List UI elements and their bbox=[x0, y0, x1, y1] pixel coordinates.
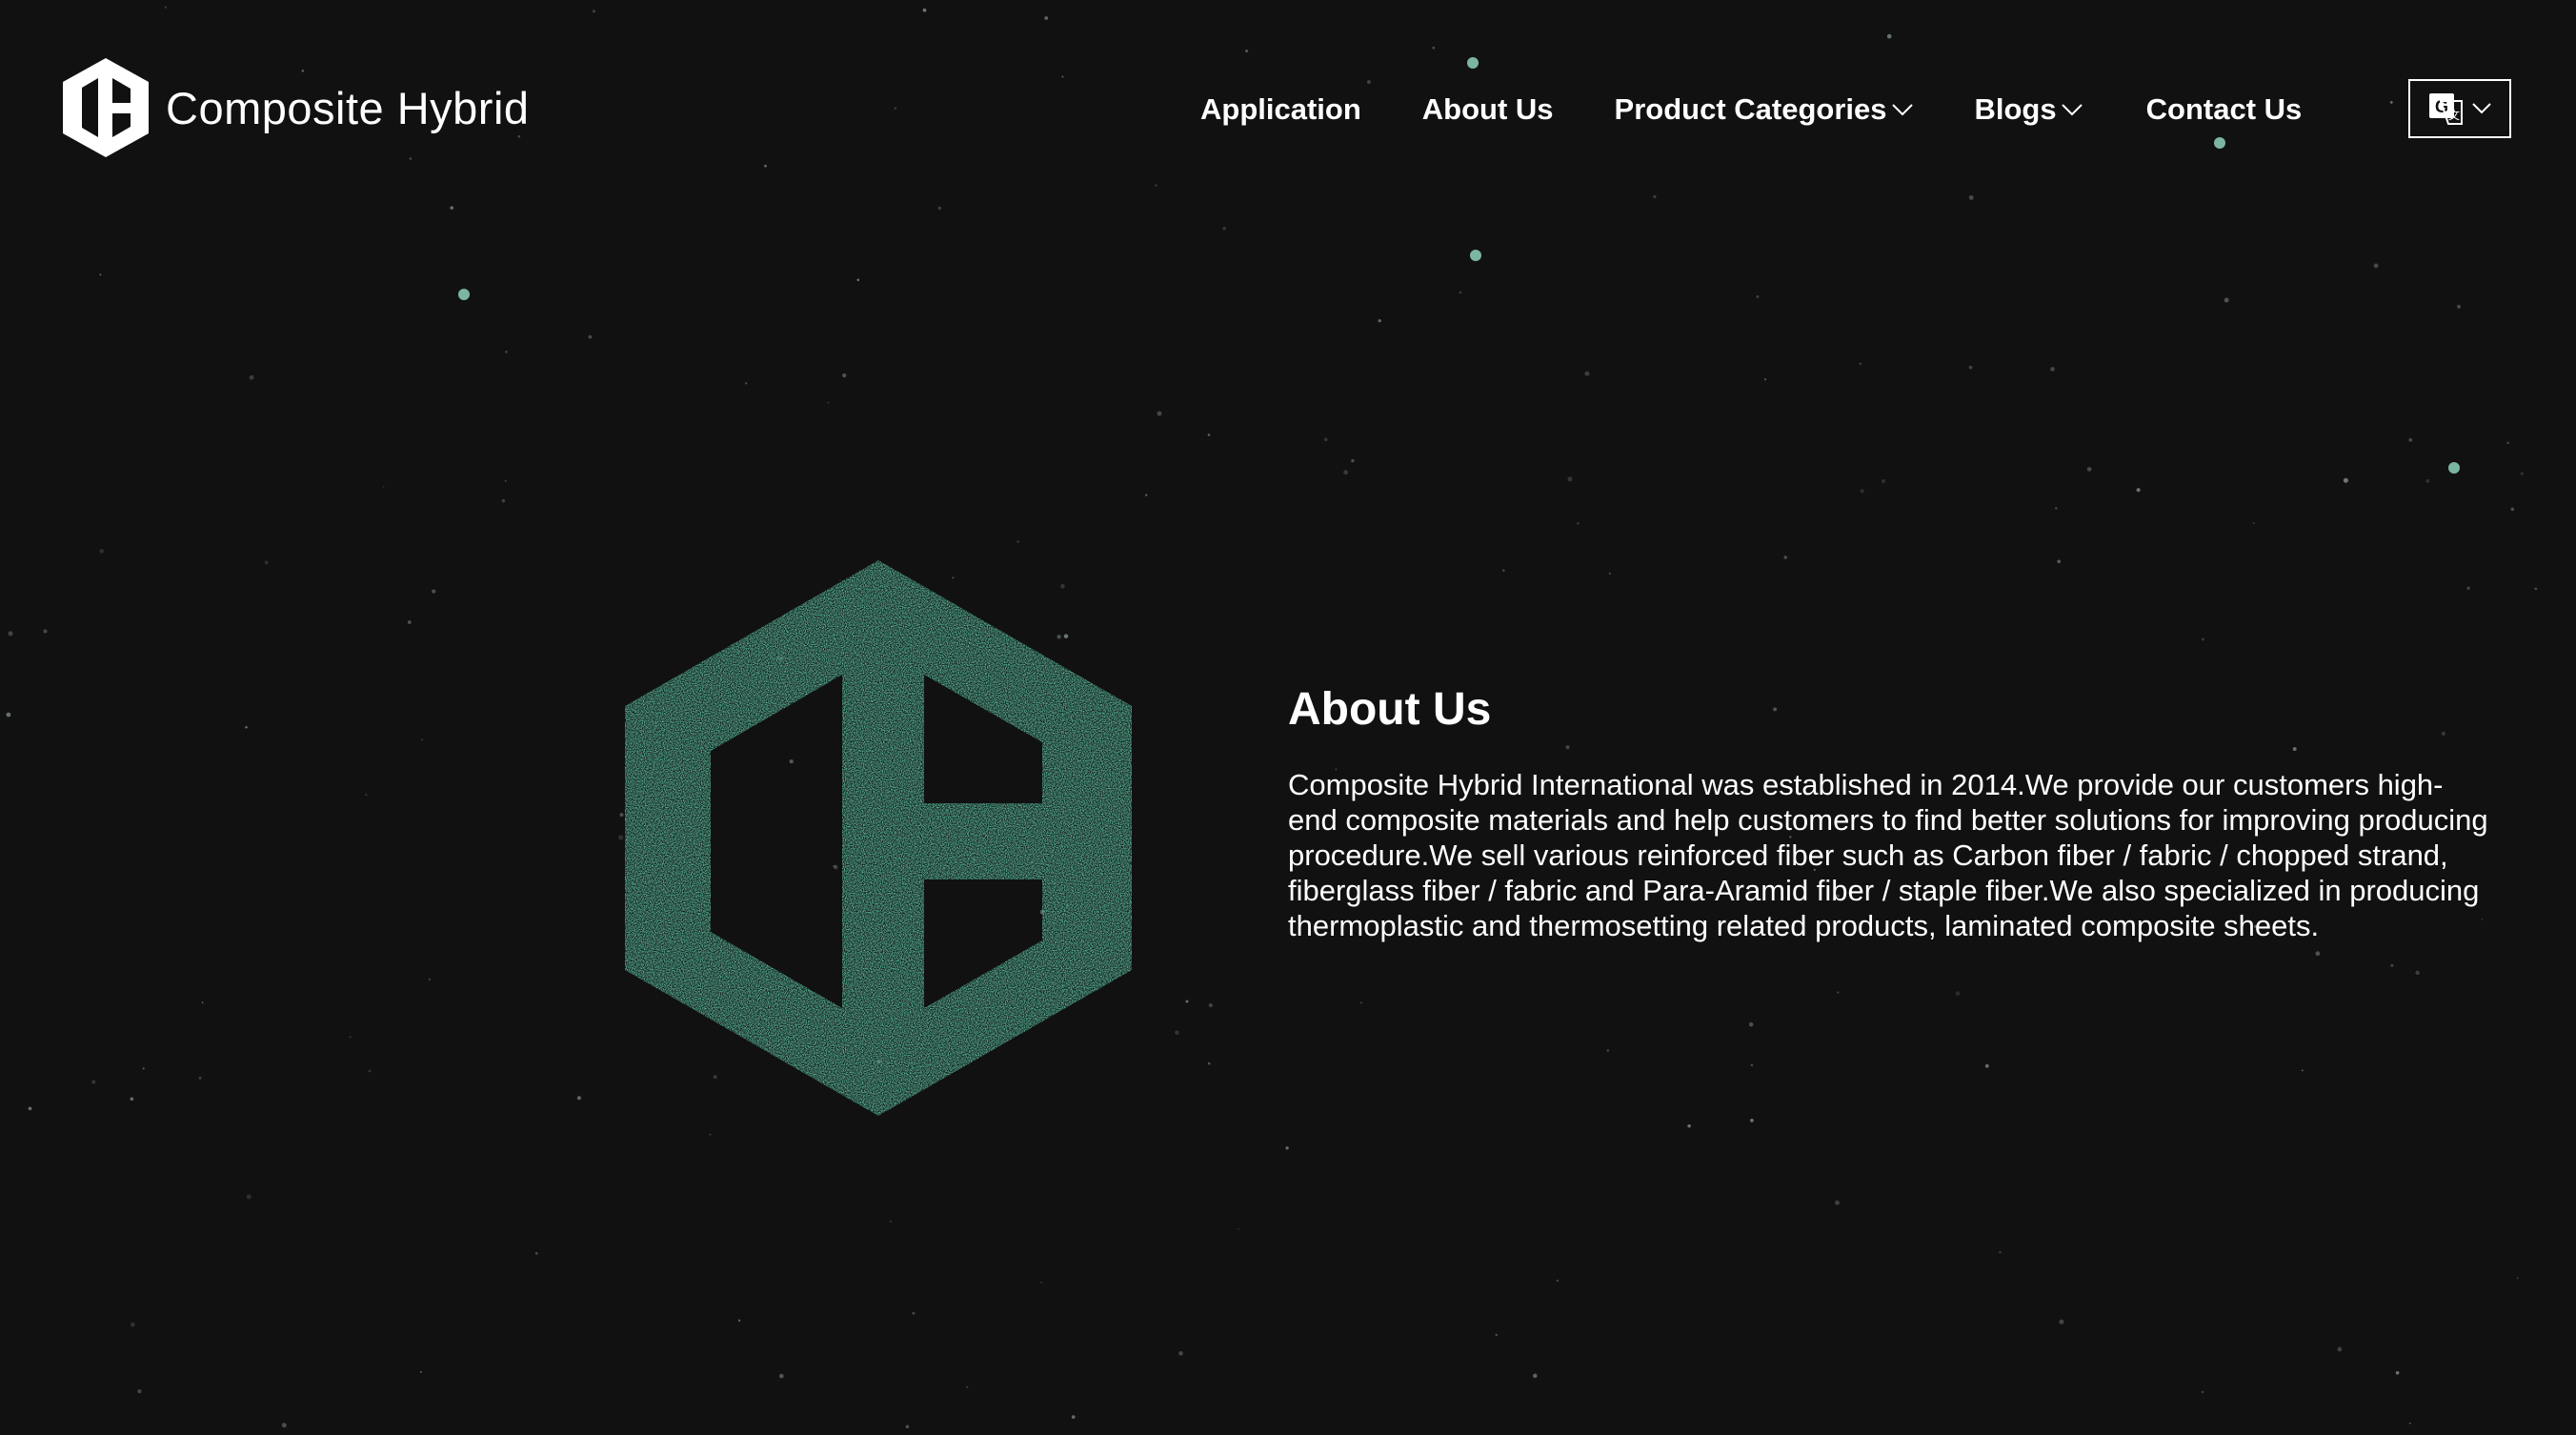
nav-item-label: About Us bbox=[1421, 92, 1554, 126]
chevron-down-icon bbox=[2061, 104, 2083, 116]
about-description: Composite Hybrid International was estab… bbox=[1288, 768, 2488, 942]
brand-name: Composite Hybrid bbox=[166, 82, 530, 133]
chevron-down-icon bbox=[2472, 103, 2491, 114]
svg-text:文: 文 bbox=[2448, 108, 2460, 122]
nav-item-blogs[interactable]: Blogs bbox=[1975, 92, 2083, 127]
nav-item-contact-us[interactable]: Contact Us bbox=[2146, 92, 2303, 127]
main-nav: Application About Us Product Categories … bbox=[1200, 80, 2302, 139]
page: Composite Hybrid Application About Us Pr… bbox=[0, 0, 2576, 1435]
about-heading: About Us bbox=[1288, 684, 1492, 735]
google-translate-icon: G 文 bbox=[2429, 93, 2463, 125]
about-section: About Us Composite Hybrid International … bbox=[1288, 681, 2490, 943]
nav-item-application[interactable]: Application bbox=[1200, 92, 1361, 127]
chevron-down-icon bbox=[1891, 104, 1913, 116]
brand-logo-link[interactable]: Composite Hybrid bbox=[59, 54, 530, 161]
particle-logo-emblem bbox=[625, 560, 1132, 1116]
nav-item-label: Application bbox=[1200, 92, 1361, 126]
language-selector-button[interactable]: G 文 bbox=[2408, 79, 2511, 138]
nav-item-label: Product Categories bbox=[1614, 92, 1887, 126]
nav-item-label: Blogs bbox=[1974, 92, 2057, 126]
nav-item-about-us[interactable]: About Us bbox=[1422, 92, 1554, 127]
hexagon-logo-icon bbox=[63, 58, 149, 157]
nav-item-label: Contact Us bbox=[2145, 92, 2303, 126]
nav-item-product-categories[interactable]: Product Categories bbox=[1615, 92, 1914, 127]
